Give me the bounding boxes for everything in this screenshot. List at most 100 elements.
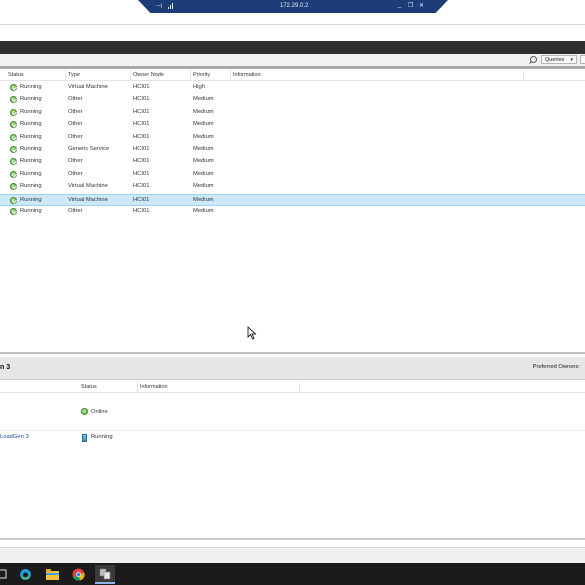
divider (0, 430, 585, 431)
role-row[interactable]: Running Other HCI01 Medium (0, 94, 585, 106)
divider (0, 538, 585, 540)
role-status: Running (20, 96, 42, 103)
resource-name: LoadGen 3 (0, 434, 29, 440)
online-status-icon (81, 408, 88, 415)
role-status: Running (20, 133, 42, 140)
role-priority: Medium (193, 146, 214, 152)
status-bar (0, 547, 585, 564)
resource-row[interactable]: LoadGen 3 Running (0, 432, 585, 444)
running-status-icon (10, 158, 17, 166)
pane-splitter[interactable] (0, 352, 585, 354)
role-row[interactable]: Running Virtual Machine HCI01 High (0, 82, 585, 94)
role-status: Running (20, 84, 42, 90)
role-type: Other (68, 121, 83, 128)
role-owner-node: HCI01 (133, 96, 150, 103)
role-row[interactable]: Running Other HCI01 Medium (0, 206, 585, 218)
role-priority: Medium (193, 96, 214, 103)
role-type: Other (68, 133, 83, 140)
running-status-icon (10, 121, 17, 129)
column-type[interactable]: Type (68, 72, 80, 78)
column-status[interactable]: Status (81, 384, 97, 390)
role-owner-node: HCI01 (133, 183, 150, 190)
search-icon[interactable] (530, 56, 537, 63)
role-status: Running (20, 108, 42, 115)
remote-ip-label: 172.29.0.2 (280, 3, 309, 9)
role-type: Virtual Machine (68, 84, 108, 90)
role-priority: Medium (193, 121, 214, 128)
role-owner-node: HCI01 (133, 84, 150, 90)
role-priority: Medium (193, 183, 214, 190)
virtual-machine-icon (82, 434, 87, 442)
role-row[interactable]: Running Generic Service HCI01 Medium (0, 144, 585, 156)
roles-column-header: Status Type Owner Node Priority Informat… (0, 70, 585, 81)
role-owner-node: HCI01 (133, 133, 150, 140)
running-status-icon (10, 146, 17, 153)
pin-icon[interactable]: ⊣ (156, 2, 162, 10)
role-row[interactable]: Running Other HCI01 Medium (0, 169, 585, 181)
resource-row[interactable]: Online (0, 406, 585, 418)
resource-status: Running (91, 434, 113, 440)
remote-connection-bar: ⊣ 172.29.0.2 _ ❐ ✕ (138, 0, 448, 13)
role-priority: Medium (193, 196, 214, 203)
chevron-down-icon: ▾ (570, 57, 573, 63)
role-owner-node: HCI01 (133, 170, 150, 177)
restore-icon[interactable]: ❐ (408, 2, 413, 9)
column-separator[interactable] (130, 70, 131, 80)
column-information[interactable]: Information (233, 72, 261, 78)
role-row[interactable]: Running Virtual Machine HCI01 Medium (0, 181, 585, 193)
role-type: Generic Service (68, 146, 110, 152)
role-status: Running (20, 208, 42, 214)
role-priority: High (193, 84, 205, 90)
running-status-icon (10, 84, 17, 91)
chrome-browser-icon[interactable] (70, 566, 86, 582)
column-separator[interactable] (230, 70, 231, 80)
role-status: Running (20, 121, 42, 128)
role-owner-node: HCI01 (133, 196, 150, 203)
role-type: Virtual Machine (68, 196, 108, 203)
role-status: Running (20, 146, 42, 152)
role-priority: Medium (193, 208, 214, 214)
column-separator[interactable] (137, 382, 138, 392)
role-status: Running (20, 170, 42, 177)
role-status: Running (20, 158, 42, 165)
column-owner-node[interactable]: Owner Node (133, 72, 164, 78)
divider (0, 24, 585, 25)
role-type: Other (68, 208, 83, 214)
role-owner-node: HCI01 (133, 121, 150, 128)
column-status[interactable]: Status (8, 72, 24, 78)
failover-cluster-manager-icon[interactable] (95, 565, 115, 584)
column-priority[interactable]: Priority (193, 72, 210, 78)
column-separator[interactable] (65, 70, 66, 80)
role-priority: Medium (193, 158, 214, 165)
role-status: Running (20, 183, 42, 190)
queries-button[interactable]: Queries ▾ (541, 55, 577, 64)
preferred-owners-link[interactable]: Preferred Owners: (533, 364, 580, 370)
column-separator[interactable] (523, 70, 524, 80)
role-type: Virtual Machine (68, 183, 108, 190)
role-row[interactable]: Running Other HCI01 Medium (0, 132, 585, 144)
role-row[interactable]: Running Other HCI01 Medium (0, 107, 585, 119)
role-row[interactable]: Running Other HCI01 Medium (0, 156, 585, 168)
edge-browser-icon[interactable] (17, 566, 33, 582)
running-status-icon (10, 208, 17, 215)
close-icon[interactable]: ✕ (419, 2, 424, 9)
role-owner-node: HCI01 (133, 158, 150, 165)
role-type: Other (68, 108, 83, 115)
task-view-icon[interactable] (0, 566, 10, 582)
role-row[interactable]: Running Other HCI01 Medium (0, 119, 585, 131)
role-type: Other (68, 158, 83, 165)
role-row[interactable]: Running Virtual Machine HCI01 Medium (0, 193, 585, 206)
signal-icon (168, 3, 173, 9)
column-information[interactable]: Information (140, 384, 168, 390)
minimize-icon[interactable]: _ (398, 2, 401, 8)
file-explorer-icon[interactable] (44, 566, 60, 582)
resources-column-header: Status Information (0, 382, 585, 393)
running-status-icon (10, 133, 17, 141)
column-separator[interactable] (190, 70, 191, 80)
running-status-icon (10, 183, 17, 191)
save-query-button[interactable] (580, 55, 585, 64)
role-priority: Medium (193, 170, 214, 177)
role-type: Other (68, 170, 83, 177)
details-title: n 3 (0, 364, 11, 371)
column-separator[interactable] (299, 382, 300, 392)
